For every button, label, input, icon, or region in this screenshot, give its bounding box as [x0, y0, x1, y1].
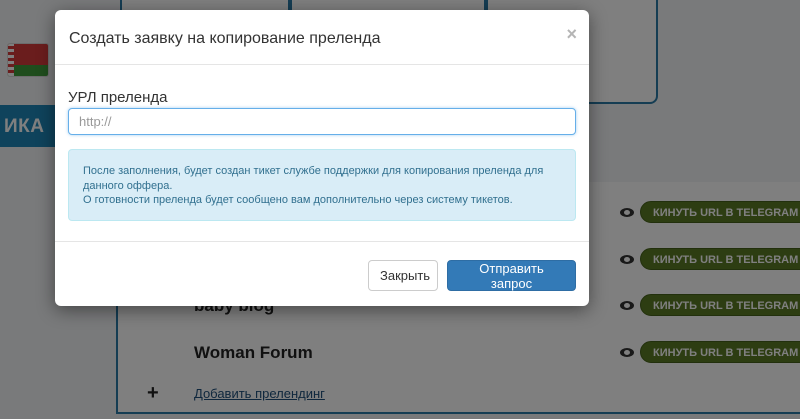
- modal-body: УРЛ преленда После заполнения, будет соз…: [55, 65, 589, 241]
- create-request-modal: Создать заявку на копирование преленда ×…: [55, 10, 589, 306]
- url-field-label: УРЛ преленда: [68, 89, 168, 106]
- info-text-line-2: О готовности преленда будет сообщено вам…: [83, 194, 513, 206]
- info-text-line-1: После заполнения, будет создан тикет слу…: [83, 165, 544, 192]
- close-icon[interactable]: ×: [566, 24, 577, 45]
- info-alert: После заполнения, будет создан тикет слу…: [68, 149, 576, 221]
- modal-title: Создать заявку на копирование преленда: [69, 30, 381, 47]
- close-button[interactable]: Закрыть: [368, 260, 438, 291]
- prelanding-url-input[interactable]: [68, 108, 576, 135]
- modal-footer: Закрыть Отправить запрос: [55, 241, 589, 306]
- modal-header: Создать заявку на копирование преленда ×: [55, 10, 589, 65]
- submit-request-button[interactable]: Отправить запрос: [447, 260, 576, 291]
